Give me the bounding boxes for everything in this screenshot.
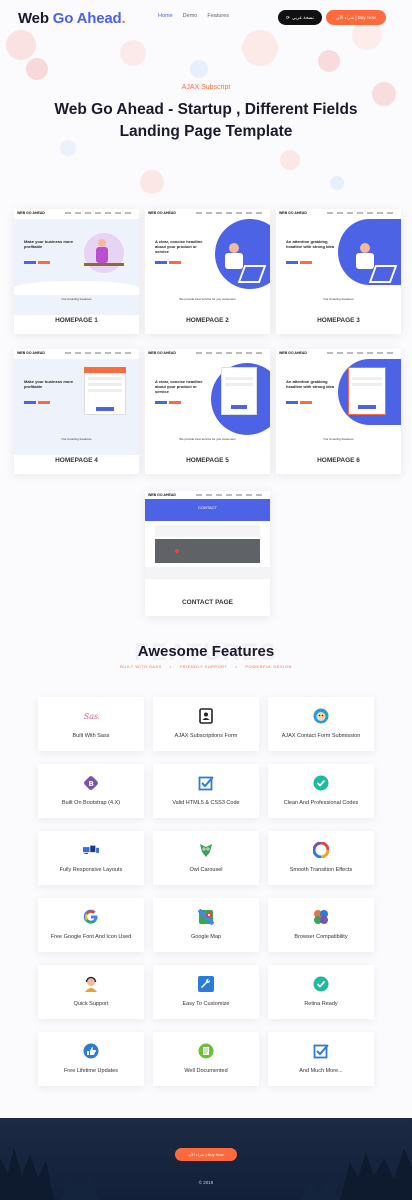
- nav-demo[interactable]: Demo: [183, 13, 198, 19]
- feature-card: Easy To Customize: [153, 965, 259, 1019]
- features-title: Awesome Features: [137, 643, 275, 660]
- feature-card: AJAX Subscriptions Form: [153, 697, 259, 751]
- main-nav: Home Demo Features: [158, 13, 229, 19]
- buy-now-button[interactable]: شراء الآن | Buy Now: [326, 10, 386, 25]
- google-icon: [83, 909, 99, 925]
- browsers-icon: [313, 909, 329, 925]
- demo-card-homepage-4[interactable]: WEB GO AHEAD Make your business more pro…: [14, 349, 139, 474]
- demo-card-homepage-2[interactable]: WEB GO AHEAD A clear, concise headline a…: [145, 209, 270, 334]
- check-circle-icon: [313, 976, 329, 992]
- feature-card: Retina Ready: [268, 965, 374, 1019]
- arabic-version-button[interactable]: ⟳ نسخة عربي: [278, 10, 322, 25]
- check-circle-icon: [313, 775, 329, 791]
- demo-card-homepage-1[interactable]: WEB GO AHEAD Make your business more pro…: [14, 209, 139, 334]
- page-footer: شراء الآن | Buy Now © 2019: [0, 1118, 412, 1200]
- google-map-icon: [198, 909, 214, 925]
- feature-card: Sass Built With Sass: [38, 697, 144, 751]
- feature-card: Owl Carousel: [153, 831, 259, 885]
- feature-card: B Built On Bootstrap (4.X): [38, 764, 144, 818]
- feature-card: And Much More...: [268, 1032, 374, 1086]
- footer-buy-now-button[interactable]: شراء الآن | Buy Now: [175, 1148, 237, 1161]
- feature-card: Free Google Font And Icon Used: [38, 898, 144, 952]
- top-header: Web Go Ahead. Home Demo Features ⟳ نسخة …: [0, 0, 412, 36]
- demo-caption: HOMEPAGE 1: [55, 317, 98, 324]
- nav-features[interactable]: Features: [207, 13, 229, 19]
- feature-card: Free Lifetime Updates: [38, 1032, 144, 1086]
- owl-icon: [198, 842, 214, 858]
- feature-card: Browser Compatibility: [268, 898, 374, 952]
- checkbox-icon: [313, 1043, 329, 1059]
- bootstrap-icon: B: [83, 775, 99, 791]
- feature-card: Google Map: [153, 898, 259, 952]
- refresh-icon: ⟳: [286, 14, 290, 20]
- devices-icon: [83, 842, 99, 858]
- hero-title: Web Go Ahead - Startup , Different Field…: [54, 101, 358, 140]
- feature-card: Quick Support: [38, 965, 144, 1019]
- feature-card: Smooth Transition Effects: [268, 831, 374, 885]
- copyright-text: © 2019: [198, 1180, 214, 1185]
- nav-home[interactable]: Home: [158, 13, 173, 19]
- thumbs-up-icon: [83, 1043, 99, 1059]
- demo-card-homepage-3[interactable]: WEB GO AHEAD An attention grabbing headl…: [276, 209, 401, 334]
- support-agent-icon: [83, 976, 99, 992]
- feature-card: Fully Responsive Layouts: [38, 831, 144, 885]
- site-logo[interactable]: Web Go Ahead.: [18, 10, 126, 27]
- document-icon: [198, 1043, 214, 1059]
- features-heading: FEATURES Awesome Features: [0, 639, 412, 666]
- address-book-icon: [198, 708, 214, 724]
- mailchimp-icon: [313, 708, 329, 724]
- feature-tags: BUILT WITH SASS • FRIENDLY SUPPORT • POWER…: [120, 664, 292, 669]
- sass-icon: Sass: [83, 708, 99, 724]
- hero-section: AJAX Subscript Web Go Ahead - Startup , …: [0, 84, 412, 143]
- svg-text:B: B: [89, 780, 94, 788]
- feature-card: Well Documented: [153, 1032, 259, 1086]
- demo-card-homepage-6[interactable]: WEB GO AHEAD An attention grabbing headl…: [276, 349, 401, 474]
- checkbox-icon: [198, 775, 214, 791]
- feature-card: Valid HTML5 & CSS3 Code: [153, 764, 259, 818]
- demo-card-homepage-5[interactable]: WEB GO AHEAD A clear, concise headline a…: [145, 349, 270, 474]
- feature-card: Clean And Professional Codes: [268, 764, 374, 818]
- demo-card-contact-page[interactable]: WEB GO AHEAD CONTACT CONTACT PAGE: [145, 491, 270, 616]
- svg-text:Sass: Sass: [84, 712, 99, 721]
- swirl-icon: [313, 842, 329, 858]
- wrench-icon: [198, 976, 214, 992]
- feature-card: AJAX Contact Form Submission: [268, 697, 374, 751]
- hero-subtitle: AJAX Subscript: [181, 84, 231, 91]
